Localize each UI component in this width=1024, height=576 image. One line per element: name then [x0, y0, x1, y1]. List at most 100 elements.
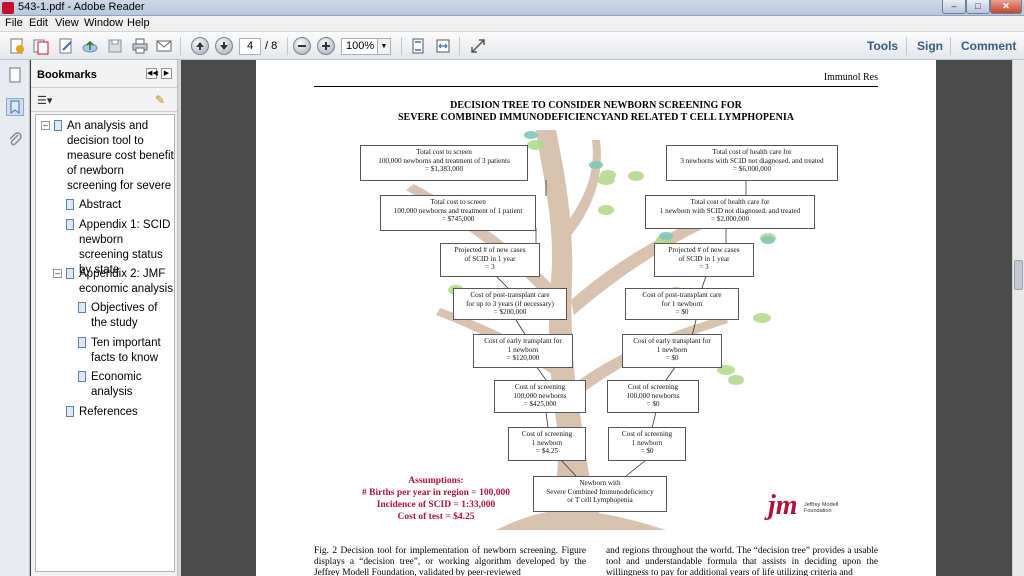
assumptions-block: Assumptions: # Births per year in region…	[336, 475, 536, 523]
bookmark-item[interactable]: References	[66, 405, 175, 420]
bookmark-icon	[78, 371, 86, 382]
page-number-input[interactable]: 4	[239, 38, 261, 55]
bookmark-item[interactable]: Ten important facts to know	[78, 336, 175, 366]
fit-width-icon[interactable]	[434, 37, 452, 55]
box-text: Cost of screening 100,000 newborns = $42…	[513, 383, 567, 409]
jeffrey-modell-logo: jm	[768, 490, 798, 521]
collapse-panel-icon[interactable]: ◀◀	[146, 68, 158, 79]
chevron-down-icon[interactable]: ▼	[377, 39, 390, 54]
bookmarks-panel: Bookmarks ◀◀ ▶ ☰▾ ✎ – An analysis and de…	[31, 60, 177, 576]
attachments-paperclip-icon[interactable]	[6, 130, 24, 148]
bookmark-item[interactable]: Objectives of the study	[78, 301, 175, 331]
zoom-in-button[interactable]	[317, 37, 335, 55]
bookmarks-header: Bookmarks ◀◀ ▶	[31, 60, 177, 88]
full-screen-icon[interactable]	[469, 37, 487, 55]
bookmark-icon	[66, 406, 74, 417]
box-text: Total cost to screen 100,000 newborns an…	[378, 148, 510, 174]
left-box-total-cost-3-patients: Total cost to screen 100,000 newborns an…	[360, 145, 528, 181]
left-box-projected-cases: Projected # of new cases of SCID in 1 ye…	[440, 243, 540, 277]
edit-pdf-icon[interactable]	[57, 37, 75, 55]
bookmark-item[interactable]: Abstract	[66, 198, 175, 213]
bookmark-icon	[66, 219, 74, 230]
pdf-page: Immunol Res DECISION TREE TO CONSIDER NE…	[256, 60, 936, 576]
left-box-screening-1: Cost of screening 1 newborn = $4.25	[508, 427, 586, 461]
toolbar-separator	[180, 37, 181, 55]
previous-page-button[interactable]	[191, 37, 209, 55]
box-text: Cost of screening 1 newborn = $4.25	[521, 430, 573, 456]
window-title: 543-1.pdf - Adobe Reader	[18, 1, 145, 13]
right-box-early-transplant: Cost of early transplant for 1 newborn =…	[622, 334, 722, 368]
bookmark-label: Appendix 2: JMF economic analysis	[79, 268, 173, 295]
box-text: Newborn with Severe Combined Immunodefic…	[546, 479, 654, 505]
bookmarks-panel-icon[interactable]	[6, 98, 24, 116]
create-pdf-icon[interactable]	[8, 37, 26, 55]
right-box-projected-cases: Projected # of new cases of SCID in 1 ye…	[654, 243, 754, 277]
right-box-total-health-care-1: Total cost of health care for 1 newborn …	[645, 195, 815, 229]
toolbar: 4 / 8 100% ▼ Tools Sign Comment	[0, 32, 1024, 60]
print-icon[interactable]	[131, 37, 149, 55]
box-text: Total cost of health care for 3 newborns…	[680, 148, 824, 174]
box-text: Total cost of health care for 1 newborn …	[659, 198, 801, 224]
figure-caption-right: and regions throughout the world. The “d…	[606, 546, 878, 576]
sign-pane-button[interactable]: Sign	[917, 39, 943, 53]
scrollbar-thumb[interactable]	[1014, 260, 1023, 290]
bookmark-label: Objectives of the study	[91, 302, 158, 329]
navigation-pane-strip	[0, 60, 30, 576]
email-icon[interactable]	[155, 37, 173, 55]
right-box-screening-1: Cost of screening 1 newborn = $0	[608, 427, 686, 461]
expand-panel-icon[interactable]: ▶	[161, 68, 172, 79]
bookmark-label: An analysis and decision tool to measure…	[67, 120, 174, 192]
new-bookmark-icon[interactable]: ✎	[155, 93, 165, 107]
figure-caption-left: Fig. 2 Decision tool for implementation …	[314, 546, 586, 576]
comment-pane-button[interactable]: Comment	[961, 39, 1016, 53]
toolbar-separator	[287, 37, 288, 55]
collapse-toggle-icon[interactable]: –	[41, 121, 50, 130]
left-box-screening-100000: Cost of screening 100,000 newborns = $42…	[494, 380, 586, 413]
combine-files-icon[interactable]	[32, 37, 50, 55]
maximize-button[interactable]: □	[966, 0, 990, 14]
toolbar-separator	[906, 37, 907, 55]
bookmarks-title: Bookmarks	[37, 69, 97, 81]
right-box-post-transplant-care: Cost of post-transplant care for 1 newbo…	[625, 288, 739, 320]
toolbar-separator	[459, 37, 460, 55]
menu-bar: File Edit View Window Help	[0, 16, 1024, 32]
left-box-total-cost-1-patient: Total cost to screen 100,000 newborns an…	[380, 195, 536, 231]
bookmark-label: Economic analysis	[91, 371, 142, 398]
right-box-total-health-care-3: Total cost of health care for 3 newborns…	[666, 145, 838, 181]
menu-view[interactable]: View	[55, 17, 79, 29]
collapse-toggle-icon[interactable]: –	[53, 269, 62, 278]
assumptions-heading: Assumptions:	[408, 476, 464, 486]
bookmark-icon	[54, 120, 62, 131]
menu-help[interactable]: Help	[127, 17, 150, 29]
zoom-out-button[interactable]	[293, 37, 311, 55]
box-text: Cost of early transplant for 1 newborn =…	[633, 337, 711, 363]
assumption-incidence: Incidence of SCID = 1:33,000	[376, 500, 496, 510]
box-text: Cost of post-transplant care for 1 newbo…	[642, 291, 722, 317]
bookmark-item[interactable]: Economic analysis	[78, 370, 175, 400]
minimize-button[interactable]: –	[942, 0, 966, 14]
tools-pane-button[interactable]: Tools	[867, 39, 898, 53]
vertical-scrollbar[interactable]	[1012, 60, 1024, 576]
bookmark-label: Ten important facts to know	[91, 337, 161, 364]
box-text: Projected # of new cases of SCID in 1 ye…	[454, 246, 526, 272]
zoom-level-select[interactable]: 100% ▼	[341, 38, 391, 55]
page-thumbnails-icon[interactable]	[6, 66, 24, 84]
fit-page-icon[interactable]	[409, 37, 427, 55]
menu-window[interactable]: Window	[84, 17, 123, 29]
box-text: Cost of screening 100,000 newborns = $0	[626, 383, 680, 409]
bookmark-item[interactable]: – An analysis and decision tool to measu…	[41, 119, 175, 194]
toolbar-separator	[950, 37, 951, 55]
next-page-button[interactable]	[215, 37, 233, 55]
menu-file[interactable]: File	[5, 17, 23, 29]
bookmark-icon	[78, 302, 86, 313]
bookmark-item[interactable]: – Appendix 2: JMF economic analysis	[53, 267, 175, 297]
upload-cloud-icon[interactable]	[81, 37, 99, 55]
adobe-reader-icon	[2, 2, 14, 14]
jeffrey-modell-logo-text: Jeffrey Modell Foundation	[804, 502, 839, 514]
page-total: / 8	[265, 40, 278, 52]
close-button[interactable]: ✕	[990, 0, 1022, 14]
menu-edit[interactable]: Edit	[29, 17, 48, 29]
box-text: Cost of screening 1 newborn = $0	[621, 430, 673, 456]
save-icon[interactable]	[106, 37, 124, 55]
bookmark-options-icon[interactable]: ☰▾	[37, 94, 52, 107]
